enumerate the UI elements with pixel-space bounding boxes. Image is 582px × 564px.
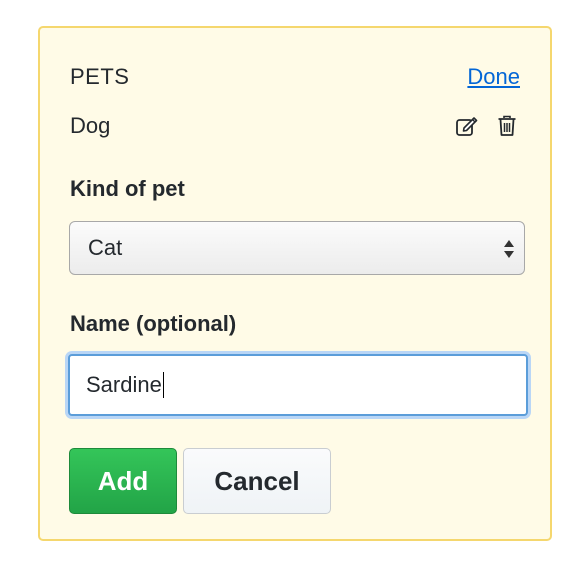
trash-icon[interactable] [494, 113, 520, 139]
kind-of-pet-selected-value: Cat [88, 235, 123, 260]
pet-list-item: Dog [70, 112, 520, 140]
pet-actions [454, 113, 520, 139]
panel-title: PETS [70, 64, 130, 89]
name-input[interactable]: Sardine [68, 354, 528, 416]
select-arrows-icon [504, 240, 514, 258]
cancel-button[interactable]: Cancel [183, 448, 331, 514]
pets-panel: PETS Done Dog Kind of pet Cat Name (opti… [38, 26, 552, 541]
pet-name: Dog [70, 113, 111, 138]
name-label: Name (optional) [70, 311, 237, 336]
edit-icon[interactable] [454, 113, 480, 139]
name-input-value: Sardine [86, 372, 162, 397]
kind-of-pet-label: Kind of pet [70, 176, 185, 201]
kind-of-pet-select[interactable]: Cat [69, 221, 525, 275]
add-button[interactable]: Add [69, 448, 177, 514]
panel-header: PETS Done [70, 64, 520, 90]
done-link[interactable]: Done [467, 64, 520, 90]
text-caret [162, 372, 165, 398]
